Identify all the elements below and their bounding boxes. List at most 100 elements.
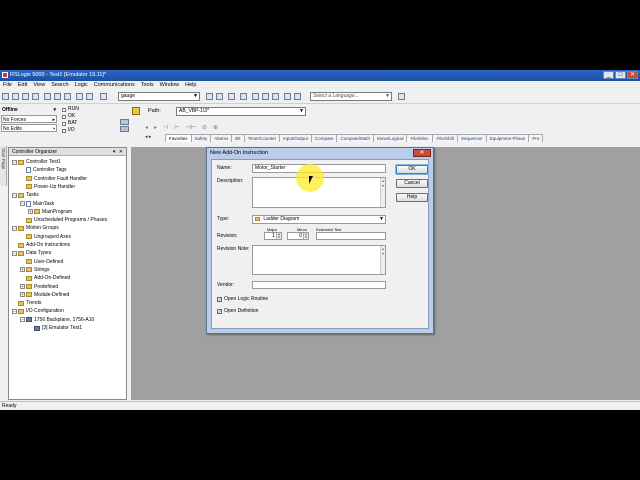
collapse-icon[interactable]: − (12, 159, 17, 165)
tree-item[interactable]: + Strings (20, 266, 50, 274)
tree-item[interactable]: Controller Fault Handler (20, 175, 87, 183)
type-select[interactable]: Ladder Diagram ▼ (252, 215, 386, 224)
offline-status[interactable]: Offline ▾ (1, 106, 57, 114)
redo-icon[interactable] (86, 93, 93, 100)
search-combo[interactable]: gauge ▼ (118, 92, 200, 101)
tree-item[interactable]: + Predefined (20, 283, 58, 291)
maximize-button[interactable]: □ (615, 71, 626, 79)
ok-button[interactable]: OK (396, 165, 428, 174)
extended-text-input[interactable] (316, 232, 386, 240)
branch-level-icon[interactable]: ⊣ (163, 124, 168, 131)
verify-icon[interactable] (228, 93, 235, 100)
vendor-input[interactable] (252, 281, 386, 289)
check-icon[interactable] (252, 93, 259, 100)
tree-item[interactable]: − 1756 Backplane, 1756-A10 (20, 316, 94, 324)
open-file-icon[interactable] (12, 93, 19, 100)
paste-icon[interactable] (64, 93, 71, 100)
tree-item[interactable]: Controller Tags (20, 166, 67, 174)
tree-item[interactable]: Unscheduled Programs / Phases (20, 216, 107, 224)
ote-icon[interactable]: ⊘ (202, 124, 207, 131)
tab-input-output[interactable]: Input/Output (279, 134, 312, 142)
path-combo[interactable]: AB_VBP-1\3* ▼ (176, 107, 306, 116)
menu-view[interactable]: View (33, 82, 45, 88)
tab-file-shift[interactable]: File/Shift (432, 134, 458, 142)
tree-item[interactable]: Power-Up Handler (20, 183, 75, 191)
undo-icon[interactable] (76, 93, 83, 100)
close-button[interactable]: ✕ (627, 71, 638, 79)
tab-equipment-phase[interactable]: Equipment Phase (485, 134, 530, 142)
forces-status[interactable]: No Forces ▸ (1, 115, 57, 123)
tree-item[interactable]: Add-On Instructions (12, 241, 70, 249)
tab-favorites[interactable]: Favorites (165, 134, 192, 142)
menu-window[interactable]: Window (160, 82, 180, 88)
edits-status[interactable]: No Edits ▪ (1, 124, 57, 132)
zoom-out-icon[interactable] (294, 93, 301, 100)
print-icon[interactable] (32, 93, 39, 100)
edit-icon[interactable] (262, 93, 269, 100)
open-logic-checkbox[interactable]: ✓ Open Logic Routine (217, 296, 268, 302)
menu-tools[interactable]: Tools (141, 82, 154, 88)
tree-item[interactable]: − Tasks (12, 191, 39, 199)
tab-alarms[interactable]: Alarms (210, 134, 233, 142)
collapse-icon[interactable]: − (12, 308, 17, 314)
copy-icon[interactable] (54, 93, 61, 100)
menu-help[interactable]: Help (185, 82, 196, 88)
cross-reference-icon[interactable] (272, 93, 279, 100)
expand-icon[interactable]: + (20, 292, 25, 298)
tree-item[interactable]: + Module-Defined (20, 291, 69, 299)
collapse-icon[interactable]: − (12, 225, 17, 231)
xic-icon[interactable]: ⊢ (174, 124, 179, 131)
branch-icon[interactable]: ▸ (154, 124, 157, 131)
collapse-icon[interactable]: − (12, 192, 17, 198)
tab-sequencer[interactable]: Sequencer (457, 134, 487, 142)
tree-item[interactable]: − MainTask (20, 200, 54, 208)
tab-file-misc[interactable]: File/Misc. (406, 134, 434, 142)
organizer-controls[interactable]: ▾ ✕ (113, 148, 124, 156)
help-button[interactable]: Help (396, 193, 428, 202)
menu-communications[interactable]: Communications (94, 82, 135, 88)
tree-item[interactable]: Ungrouped Axes (20, 233, 71, 241)
spin-arrows-icon[interactable]: ▴ ▾ (303, 233, 308, 239)
menu-edit[interactable]: Edit (18, 82, 27, 88)
revision-note-input[interactable]: ▴ ▾ (252, 245, 386, 275)
open-definition-checkbox[interactable]: ✓ Open Definition (217, 308, 258, 314)
save-icon[interactable] (22, 93, 29, 100)
major-revision-input[interactable]: 1 ▴ ▾ (264, 232, 282, 240)
tab-scroll-arrows[interactable]: ◂ ▸ (145, 134, 151, 140)
revision-note-scrollbar[interactable]: ▴ ▾ (380, 246, 385, 274)
tab-compute-math[interactable]: Compute/Math (336, 134, 374, 142)
tree-item[interactable]: − Data Types (12, 249, 51, 257)
rung-icon[interactable]: ◂ (145, 124, 148, 131)
tab-move-logical[interactable]: Move/Logical (372, 134, 408, 142)
tree-item[interactable]: − Motion Groups (12, 224, 59, 232)
start-page-tab[interactable]: Start Page (0, 146, 7, 186)
menu-file[interactable]: File (3, 82, 12, 88)
find-icon[interactable] (100, 93, 107, 100)
tab-compare[interactable]: Compare (310, 134, 338, 142)
menu-search[interactable]: Search (51, 82, 68, 88)
language-combo[interactable]: Select a Language... ▼ (310, 92, 392, 101)
new-file-icon[interactable] (2, 93, 9, 100)
cancel-button[interactable]: Cancel (396, 179, 428, 188)
otl-icon[interactable]: ⊕ (213, 124, 218, 131)
tab-bit[interactable]: Bit (231, 134, 245, 142)
tree-item[interactable]: − I/O Configuration (12, 307, 64, 315)
collapse-icon[interactable]: − (12, 250, 17, 256)
spin-arrows-icon[interactable]: ▴ ▾ (276, 233, 281, 239)
menu-logic[interactable]: Logic (75, 82, 88, 88)
zoom-in-icon[interactable] (284, 93, 291, 100)
expand-icon[interactable]: + (28, 209, 33, 215)
next-icon[interactable] (216, 93, 223, 100)
properties-icon[interactable] (240, 93, 247, 100)
tab-safety[interactable]: Safety (190, 134, 212, 142)
language-go-icon[interactable] (398, 93, 405, 100)
cut-icon[interactable] (44, 93, 51, 100)
expand-icon[interactable]: + (20, 284, 25, 289)
tab-pro[interactable]: Pro (528, 134, 544, 142)
tree-item[interactable]: Trends (12, 299, 41, 307)
go-to-icon[interactable] (206, 93, 213, 100)
tree-item[interactable]: − Controller Test1 (12, 158, 61, 166)
expand-icon[interactable]: + (20, 267, 25, 273)
minor-revision-input[interactable]: 0 ▴ ▾ (287, 232, 309, 240)
tree-item[interactable]: Add-On-Defined (20, 274, 70, 282)
